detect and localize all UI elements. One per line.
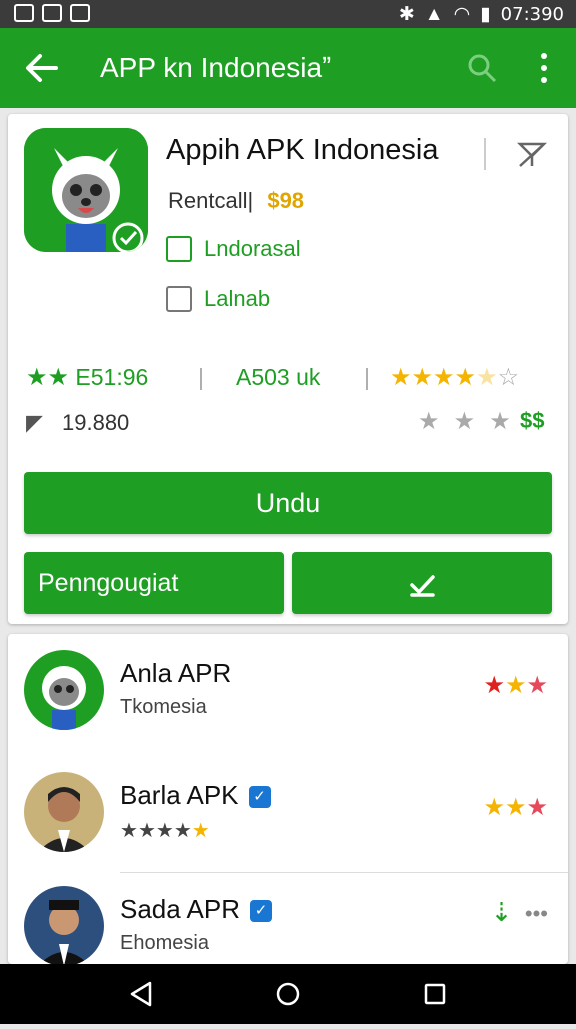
status-time: 07:390 xyxy=(500,4,564,25)
app-name: Appih APK Indonesia xyxy=(166,134,439,166)
star-icon: ★ xyxy=(26,364,48,391)
info-row-1: Lndorasal xyxy=(166,236,301,262)
navigation-bar xyxy=(0,964,576,1024)
download-arrow-icon[interactable]: ⇣ xyxy=(491,898,513,926)
list-item-rating: ★★★★★ xyxy=(120,818,210,843)
star-icon: ★ xyxy=(454,364,477,391)
star-icon: ★ xyxy=(433,364,455,391)
size-value: A503 uk xyxy=(236,364,321,390)
avatar xyxy=(24,772,104,852)
star-icon: ★ xyxy=(120,820,138,842)
device-icon xyxy=(166,286,192,312)
divider xyxy=(484,138,486,170)
info-label: Lalnab xyxy=(204,286,271,311)
recents-nav-icon[interactable] xyxy=(424,983,446,1005)
divider: | xyxy=(364,364,370,390)
notification-icon xyxy=(42,4,62,22)
install-button[interactable]: Undu xyxy=(24,472,552,534)
app-meta: Rentcall| $98 xyxy=(168,188,304,214)
star-rating: ★★★★★☆ xyxy=(390,364,519,392)
confirm-button[interactable] xyxy=(292,552,552,614)
star-icon: ★ xyxy=(173,820,192,842)
star-icon: ★ xyxy=(526,794,548,821)
star-icon: ★ xyxy=(191,820,210,842)
list-item-title: Barla APK ✓ xyxy=(120,780,271,811)
star-icon: ★ xyxy=(390,364,412,391)
star-icon: ★ xyxy=(453,408,476,435)
list-item-title: Anla APR xyxy=(120,658,232,688)
signal-icon: ▲ xyxy=(424,3,444,25)
verified-badge-icon: ✓ xyxy=(248,786,271,808)
list-item-subtitle: Tkomesia xyxy=(120,696,207,718)
tablet-icon xyxy=(166,236,192,262)
back-arrow-icon[interactable] xyxy=(22,48,62,88)
check-edit-icon xyxy=(407,569,437,598)
star-icon: ★ xyxy=(489,408,511,435)
star-icon: ★ xyxy=(155,820,174,842)
star-rating: ★★★ xyxy=(483,672,548,700)
info-label: Lndorasal xyxy=(204,236,301,261)
avatar xyxy=(24,886,104,964)
rating-stat: ★★ E51:96 xyxy=(26,364,148,392)
star-icon: ★ xyxy=(411,364,434,391)
divider xyxy=(120,872,568,873)
star-icon: ★ xyxy=(476,364,498,391)
stats-row: ★★ E51:96 | A503 uk | ★★★★★☆ xyxy=(26,360,556,396)
rating-value: E51:96 xyxy=(75,364,149,390)
app-bar: APP kn Indonesiaˮ xyxy=(0,28,576,108)
verified-badge-icon: ✓ xyxy=(249,900,272,922)
currency-icon: $$ xyxy=(520,408,545,433)
download-icon: ◤ xyxy=(26,410,43,435)
home-nav-icon[interactable] xyxy=(276,982,300,1006)
list-item[interactable]: Barla APK ✓ ★★★★★ ★★★ xyxy=(8,760,568,870)
battery-icon: ▮ xyxy=(480,4,491,25)
status-bar: ✱ ▲ ◠ ▮ 07:390 xyxy=(0,0,576,28)
downloads-value: 19.880 xyxy=(62,410,130,435)
star-icon: ★ xyxy=(483,794,505,821)
star-icon: ★ xyxy=(504,672,527,699)
app-icon xyxy=(24,128,148,252)
star-icon: ★ xyxy=(526,672,548,699)
star-outline-icon: ☆ xyxy=(497,364,520,391)
divider: | xyxy=(198,364,204,390)
star-icon: ★ xyxy=(137,820,156,842)
star-rating-small: ★ ★ ★ xyxy=(418,408,511,436)
secondary-button[interactable]: Penngougiat xyxy=(24,552,284,614)
downloads-row: ◤ 19.880 ★ ★ ★ $$ xyxy=(26,408,556,444)
list-item-title: Sada APR ✓ xyxy=(120,894,272,925)
related-apps-list: Anla APR Tkomesia ★★★ Barla APK ✓ ★★★★★ ★… xyxy=(8,634,568,964)
list-item[interactable]: Sada APR ✓ Ehomesia ⇣ ••• xyxy=(8,874,568,964)
list-item-actions: ⇣ ••• xyxy=(491,898,548,927)
star-icon: ★ xyxy=(47,364,70,391)
info-row-2: Lalnab xyxy=(166,286,270,312)
list-item-subtitle: Ehomesia xyxy=(120,932,209,954)
app-detail-card: Appih APK Indonesia Rentcall| $98 Lndora… xyxy=(8,114,568,624)
bluetooth-icon: ✱ xyxy=(398,4,415,25)
more-vert-icon[interactable] xyxy=(536,50,552,86)
back-nav-icon[interactable] xyxy=(130,981,152,1007)
star-icon: ★ xyxy=(483,672,505,699)
avatar xyxy=(24,650,104,730)
star-icon: ★ xyxy=(418,408,440,435)
notification-icon xyxy=(14,4,34,22)
page-title: APP kn Indonesiaˮ xyxy=(100,52,332,83)
price-label: $98 xyxy=(267,188,305,213)
search-icon[interactable] xyxy=(466,52,498,84)
list-item[interactable]: Anla APR Tkomesia ★★★ xyxy=(8,638,568,748)
more-horiz-icon[interactable]: ••• xyxy=(525,901,548,926)
wifi-icon: ◠ xyxy=(453,4,471,25)
category-label: Rentcall| xyxy=(168,188,254,213)
star-icon: ★ xyxy=(504,794,527,821)
notification-icon xyxy=(70,4,90,22)
star-rating: ★★★ xyxy=(483,794,548,822)
pin-icon[interactable] xyxy=(516,138,548,170)
